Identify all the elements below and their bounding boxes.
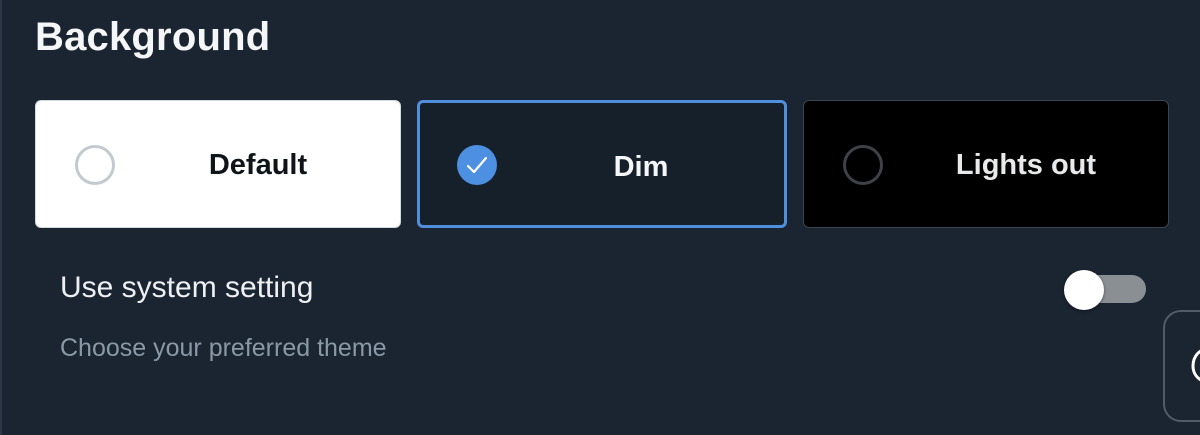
panel-left-border	[0, 0, 2, 435]
theme-helper-text: Choose your preferred theme	[60, 334, 387, 362]
background-option-lights-out[interactable]: Lights out	[803, 100, 1169, 228]
background-option-label: Lights out	[955, 149, 1097, 181]
background-option-label: Dim	[613, 151, 669, 183]
background-option-label: Default	[208, 149, 308, 181]
background-options: Default Dim Lights out	[35, 100, 1169, 228]
background-option-default[interactable]: Default	[35, 100, 401, 228]
section-title: Background	[35, 15, 271, 59]
radio-empty-icon[interactable]	[843, 145, 883, 185]
radio-empty-icon[interactable]	[75, 145, 115, 185]
floating-chat-button[interactable]	[1163, 310, 1200, 422]
chat-bubble-icon	[1191, 349, 1200, 382]
background-option-dim[interactable]: Dim	[417, 100, 787, 228]
toggle-thumb[interactable]	[1064, 270, 1104, 310]
use-system-setting-toggle[interactable]	[1064, 270, 1148, 310]
checkmark-icon[interactable]	[457, 145, 497, 185]
use-system-setting-label: Use system setting	[60, 271, 314, 304]
